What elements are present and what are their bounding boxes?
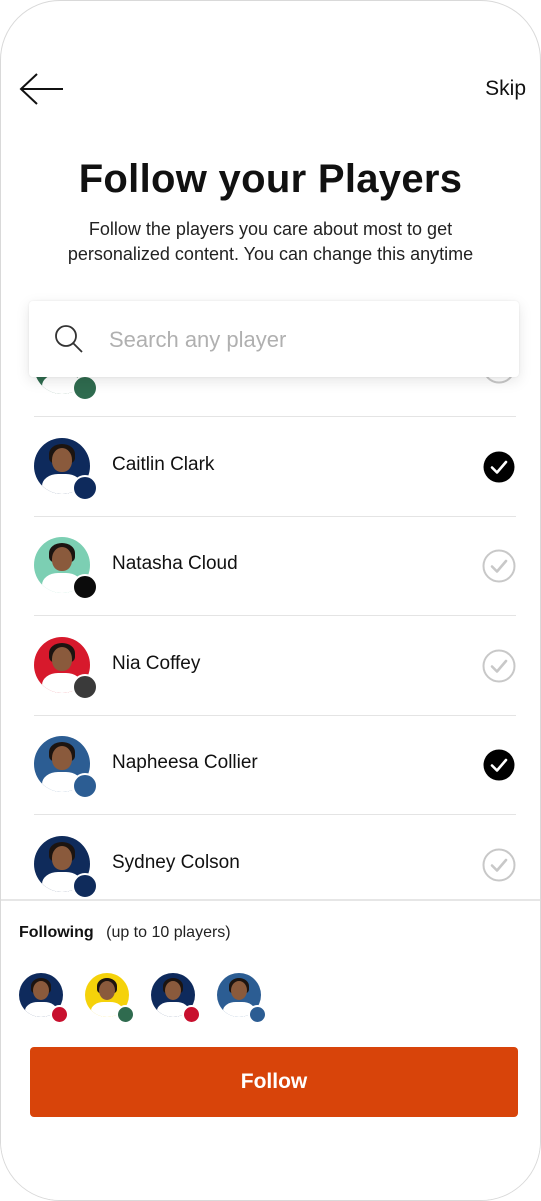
unchecked-icon[interactable] [482, 549, 516, 583]
player-name: Napheesa Collier [112, 752, 258, 773]
player-name: Caitlin Clark [112, 454, 215, 475]
following-panel: Following (up to 10 players) Follow [1, 899, 540, 1200]
checked-icon[interactable] [482, 450, 516, 484]
player-row[interactable]: Natasha Cloud [34, 516, 516, 616]
search-bar [29, 301, 519, 377]
unchecked-icon[interactable] [482, 649, 516, 683]
team-logo-icon [72, 375, 98, 401]
team-logo-icon [72, 873, 98, 899]
player-list: Caitlin Clark Natasha Cloud Nia Coffey Naph… [1, 357, 540, 899]
unchecked-icon[interactable] [482, 848, 516, 882]
team-logo-icon [72, 773, 98, 799]
team-logo-icon [182, 1005, 201, 1024]
following-limit: (up to 10 players) [106, 924, 231, 941]
skip-button[interactable]: Skip [485, 77, 526, 101]
team-logo-icon [116, 1005, 135, 1024]
following-label: Following [19, 924, 94, 941]
following-header: Following (up to 10 players) [19, 924, 231, 942]
team-logo-icon [50, 1005, 69, 1024]
player-name: Natasha Cloud [112, 553, 238, 574]
page-subtitle: Follow the players you care about most t… [67, 219, 474, 264]
player-name: Sydney Colson [112, 852, 240, 873]
team-logo-icon [72, 674, 98, 700]
search-icon [55, 325, 83, 353]
back-arrow-icon[interactable] [19, 71, 65, 107]
follow-button[interactable]: Follow [30, 1047, 518, 1117]
team-logo-icon [72, 574, 98, 600]
team-logo-icon [248, 1005, 267, 1024]
checked-icon[interactable] [482, 748, 516, 782]
player-row[interactable]: Sydney Colson [34, 815, 516, 899]
player-name: Nia Coffey [112, 653, 201, 674]
player-row[interactable]: Caitlin Clark [34, 417, 516, 517]
search-input[interactable] [107, 321, 501, 359]
top-bar: Skip [1, 1, 540, 131]
player-row[interactable]: Nia Coffey [34, 616, 516, 716]
page-title: Follow your Players [78, 157, 463, 201]
player-row[interactable]: Napheesa Collier [34, 715, 516, 815]
team-logo-icon [72, 475, 98, 501]
phone-frame: Skip Follow your Players Follow the play… [0, 0, 541, 1201]
